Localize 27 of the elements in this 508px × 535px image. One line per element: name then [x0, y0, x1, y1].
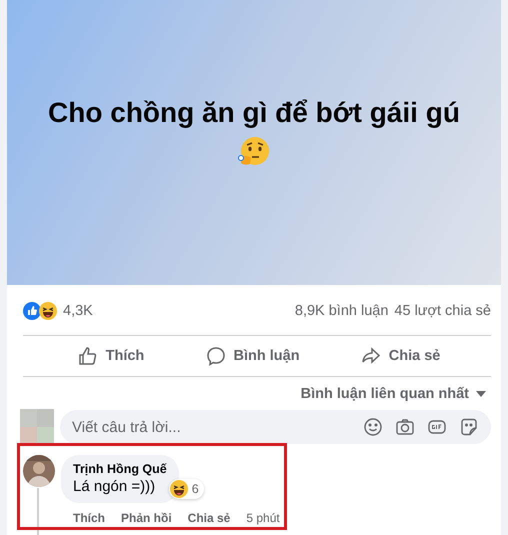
comment-action-link[interactable]: Chia sẻ — [188, 511, 230, 525]
camera-icon[interactable] — [395, 417, 415, 437]
comment-action-link[interactable]: Thích — [73, 511, 105, 525]
like-button[interactable]: Thích — [70, 342, 152, 370]
laughing-reaction-icon — [170, 480, 188, 498]
comment-time[interactable]: 5 phút — [246, 511, 280, 525]
reaction-badge[interactable]: 6 — [168, 479, 204, 499]
comment-text: Lá ngón =))) — [73, 478, 156, 495]
like-reaction-icon — [23, 302, 41, 320]
caret-icon — [475, 390, 487, 398]
comment-button[interactable]: Bình luận — [198, 342, 308, 370]
comment-author[interactable]: Trịnh Hồng Quế — [73, 462, 167, 476]
share-arrow-icon — [360, 346, 381, 366]
share-button[interactable]: Chia sẻ — [352, 342, 448, 370]
share-count[interactable]: 45 lượt chia sẻ — [394, 303, 491, 319]
laughing-reaction-icon — [39, 302, 57, 320]
reply-field[interactable]: Viết câu trả lời... — [60, 410, 491, 444]
comment-count[interactable]: 8,9K bình luận — [294, 303, 388, 319]
reaction-count: 6 — [192, 482, 199, 496]
comment-action-link[interactable]: Phản hồi — [121, 511, 172, 525]
emoji-icon[interactable] — [363, 417, 383, 437]
thumbs-up-icon — [78, 346, 98, 366]
sticker-icon[interactable] — [459, 417, 479, 437]
speech-bubble-icon — [206, 346, 226, 366]
reaction-count[interactable]: 4,3K — [63, 303, 93, 319]
comment-sort-dropdown[interactable]: Bình luận liên quan nhất — [300, 385, 487, 403]
post-text: Cho chồng ăn gì để bớt gáii gú — [48, 96, 460, 128]
